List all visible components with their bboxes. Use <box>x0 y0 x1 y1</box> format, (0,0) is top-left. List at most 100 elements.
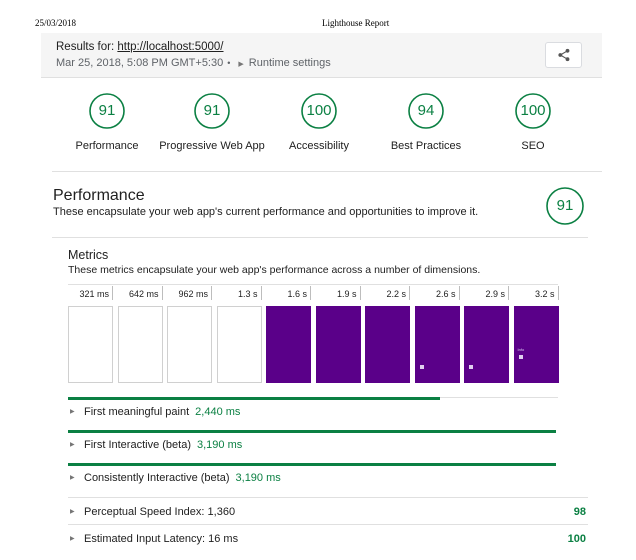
frame-time: 2.2 s <box>386 289 406 299</box>
filmstrip-frame: 321 ms <box>68 284 113 384</box>
report-meta: Mar 25, 2018, 5:08 PM GMT+5:30 • ▶ Runtime … <box>56 57 331 69</box>
frame-tick <box>508 286 509 300</box>
frame-thumbnail <box>216 306 262 383</box>
section-divider <box>52 237 588 238</box>
frame-thumbnail <box>365 306 410 383</box>
frame-content-dot <box>469 365 473 369</box>
frame-time: 1.3 s <box>237 289 258 299</box>
expand-triangle-icon[interactable]: ▶ <box>70 441 75 448</box>
print-date: 25/03/2018 <box>35 18 77 28</box>
frame-thumbnail <box>464 306 509 383</box>
expand-triangle-icon[interactable]: ▶ <box>70 535 75 542</box>
metrics-title: Metrics <box>68 248 109 262</box>
gauge-ring: 100 <box>300 92 338 130</box>
metric-score: 98 <box>573 506 586 518</box>
share-icon <box>557 48 569 62</box>
metric-bar <box>68 463 556 466</box>
gauge-performance[interactable]: 91 Performance <box>52 92 162 152</box>
frame-time: 962 ms <box>178 289 208 299</box>
frame-thumbnail <box>167 306 212 383</box>
report-timestamp: Mar 25, 2018, 5:08 PM GMT+5:30 <box>56 57 224 69</box>
section-title: Performance <box>53 187 145 204</box>
metric-bar <box>68 397 440 400</box>
metric-name: Consistently Interactive (beta) 3,190 ms <box>84 472 281 484</box>
metric-name: Perceptual Speed Index: 1,360 <box>84 506 236 518</box>
frame-tick <box>211 286 212 300</box>
metric-row-line <box>68 497 588 498</box>
filmstrip-frame: 2.2 s <box>365 284 410 384</box>
report-topbar: Results for: http://localhost:5000/ Mar … <box>41 33 602 78</box>
gauge-accessibility[interactable]: 100 Accessibility <box>264 92 374 152</box>
gauge-ring: 91 <box>88 92 126 130</box>
metric-row-line <box>68 524 588 525</box>
frame-info-text: Info <box>517 347 525 352</box>
gauge-score: 91 <box>203 102 221 119</box>
frame-tick <box>409 286 410 300</box>
metric-bar <box>68 430 556 433</box>
results-for: Results for: http://localhost:5000/ <box>56 41 224 53</box>
frame-thumbnail <box>414 306 460 383</box>
gauge-score: 91 <box>556 197 574 214</box>
gauge-label: Best Practices <box>390 140 462 152</box>
gauge-ring: 91 <box>193 92 231 130</box>
filmstrip-frame: 1.9 s <box>315 284 361 384</box>
metric-value: 2,440 ms <box>195 406 241 418</box>
frame-tick <box>112 286 113 300</box>
category-gauges: 91 Performance 91 Progressive Web App 10… <box>52 92 592 162</box>
results-label: Results for: <box>56 41 115 53</box>
expand-triangle-icon[interactable]: ▶ <box>70 508 75 515</box>
gauge-label: Performance <box>75 140 139 152</box>
gauge-label: Progressive Web App <box>159 140 265 152</box>
gauge-score: 100 <box>306 102 332 119</box>
metrics-description: These metrics encapsulate your web app's… <box>68 264 481 276</box>
frame-time: 1.9 s <box>336 289 357 299</box>
filmstrip-frame: 642 ms <box>117 284 163 384</box>
gauge-ring: 94 <box>407 92 445 130</box>
frame-time: 3.2 s <box>534 289 555 299</box>
gauge-seo[interactable]: 100 SEO <box>478 92 588 152</box>
frame-time: 2.9 s <box>485 289 505 299</box>
filmstrip-frame: 2.9 s <box>464 284 509 384</box>
frame-tick <box>161 286 163 300</box>
gauge-label: Accessibility <box>289 140 349 152</box>
runtime-settings-toggle[interactable]: Runtime settings <box>249 57 331 69</box>
gauge-best-practices[interactable]: 94 Best Practices <box>371 92 481 152</box>
frame-thumbnail <box>117 306 163 383</box>
frame-content-dot <box>419 365 424 369</box>
frame-content-dot <box>518 355 523 359</box>
separator-dot-icon: • <box>227 58 231 68</box>
gauge-label: SEO <box>521 140 545 152</box>
gauge-score: 91 <box>98 102 116 119</box>
frame-thumbnail <box>68 306 113 383</box>
expand-triangle-icon[interactable]: ▶ <box>70 408 75 415</box>
expand-triangle-icon[interactable]: ▶ <box>70 474 75 481</box>
metric-name: First meaningful paint 2,440 ms <box>84 406 241 418</box>
section-divider <box>52 171 602 172</box>
metric-consistently-interactive[interactable]: ▶ Consistently Interactive (beta) 3,190 m… <box>68 463 588 496</box>
gauge-score: 100 <box>520 102 546 119</box>
gauge-ring: 100 <box>514 92 552 130</box>
frame-time: 642 ms <box>128 289 159 299</box>
section-description: These encapsulate your web app's current… <box>53 206 479 218</box>
metric-score: 100 <box>567 533 586 545</box>
report-url-link[interactable]: http://localhost:5000/ <box>117 41 223 53</box>
metric-first-meaningful-paint[interactable]: ▶ First meaningful paint 2,440 ms <box>68 397 588 430</box>
gauge-score: 94 <box>417 102 435 119</box>
print-title: Lighthouse Report <box>322 18 390 28</box>
performance-score-gauge: 91 <box>545 186 585 226</box>
metric-value: 3,190 ms <box>235 472 281 484</box>
filmstrip-frame: 3.2 s Info <box>513 284 559 384</box>
metric-name: First Interactive (beta) 3,190 ms <box>84 439 243 451</box>
filmstrip-frame: 962 ms <box>167 284 212 384</box>
disclosure-triangle-icon[interactable]: ▶ <box>238 61 243 68</box>
frame-thumbnail: Info <box>513 306 559 383</box>
gauge-pwa[interactable]: 91 Progressive Web App <box>157 92 267 152</box>
frame-time: 321 ms <box>79 289 109 299</box>
frame-tick <box>458 286 460 300</box>
filmstrip-frame: 1.3 s <box>216 284 262 384</box>
filmstrip-frame: 2.6 s <box>414 284 460 384</box>
share-button[interactable] <box>545 42 582 68</box>
metric-first-interactive[interactable]: ▶ First Interactive (beta) 3,190 ms <box>68 430 588 463</box>
metric-estimated-input-latency[interactable]: ▶ Estimated Input Latency: 16 ms 100 <box>68 524 588 557</box>
frame-thumbnail <box>266 306 311 383</box>
